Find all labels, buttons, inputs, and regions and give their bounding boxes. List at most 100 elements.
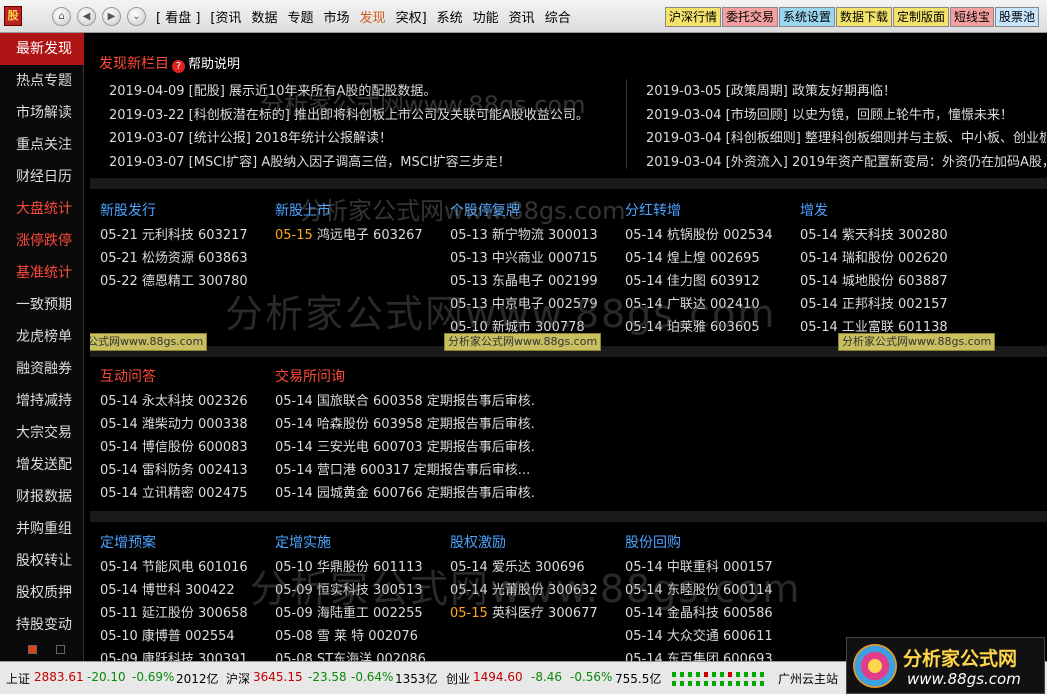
list-item[interactable]: 05-14 永太科技 002326 [100, 390, 248, 409]
menu-item[interactable]: 突权] [396, 7, 437, 26]
list-item[interactable]: 05-14 城地股份 603887 [800, 270, 948, 289]
sidebar-item[interactable]: 涨停跌停 [0, 225, 84, 257]
quick-button[interactable]: 定制版面 [893, 7, 950, 27]
list-item[interactable]: 05-14 紫天科技 300280 [800, 224, 948, 243]
menu-item[interactable]: 专题 [288, 7, 324, 26]
list-item[interactable]: 05-14 大众交通 600611 [625, 625, 773, 644]
forward-icon[interactable]: ▶ [102, 7, 121, 26]
list-item[interactable]: 05-14 东百集团 600693 [625, 648, 773, 661]
list-item[interactable]: 05-14 瑞和股份 002620 [800, 247, 948, 266]
news-item[interactable]: 2019-03-07 [MSCI扩容] A股纳入因子调高三倍，MSCI扩容三步走… [109, 151, 511, 170]
list-item[interactable]: 05-14 潍柴动力 000338 [100, 413, 248, 432]
section-title[interactable]: 增发 [800, 200, 828, 220]
list-item[interactable]: 05-14 雷科防务 002413 [100, 459, 248, 478]
list-item[interactable]: 05-14 博信股份 600083 [100, 436, 248, 455]
quick-button[interactable]: 短线宝 [950, 7, 995, 27]
sidebar-item[interactable]: 融资融券 [0, 353, 84, 385]
sidebar-item[interactable]: 最新发现 [0, 33, 84, 65]
sidebar-item[interactable]: 并购重组 [0, 513, 84, 545]
news-item[interactable]: 2019-03-04 [市场回顾] 以史为镜，回顾上轮牛市，憧憬未来！ [646, 104, 1046, 123]
sidebar-item[interactable]: 股权质押 [0, 577, 84, 609]
list-item[interactable]: 05-08 ST东海洋 002086 [275, 648, 426, 661]
sidebar-item[interactable]: 财经日历 [0, 161, 84, 193]
news-item[interactable]: 2019-03-07 [统计公报] 2018年统计公报解读！ [109, 127, 392, 146]
brand-overlay: 分析家公式网 www.88gs.com [846, 637, 1045, 694]
list-item[interactable]: 05-14 三安光电 600703 定期报告事后审核. [275, 436, 535, 455]
menu-item[interactable]: 功能 [473, 7, 509, 26]
list-item[interactable]: 05-13 新宁物流 300013 [450, 224, 598, 243]
list-item[interactable]: 05-08 雪 莱 特 002076 [275, 625, 418, 644]
section-title[interactable]: 股份回购 [625, 532, 681, 552]
menu-item[interactable]: [ 看盘 ] [156, 7, 210, 26]
menu-item[interactable]: 市场 [324, 7, 360, 26]
breadth-bar [704, 681, 708, 686]
section-title[interactable]: 互动问答 [100, 366, 156, 386]
quick-button[interactable]: 数据下载 [836, 7, 893, 27]
sidebar-item[interactable]: 大宗交易 [0, 417, 84, 449]
list-item[interactable]: 05-13 中兴商业 000715 [450, 247, 598, 266]
watermark: 分析家公式网www.88gs.com [250, 567, 802, 611]
sidebar-item[interactable]: 重点关注 [0, 129, 84, 161]
news-item[interactable]: 2019-03-05 [政策周期] 政策友好期再临！ [646, 80, 1046, 99]
list-item[interactable]: 05-14 节能风电 601016 [100, 556, 248, 575]
sidebar-item[interactable]: 股权转让 [0, 545, 84, 577]
list-item[interactable]: 05-09 康跃科技 300391 [100, 648, 248, 661]
menu-item[interactable]: [资讯 [210, 7, 251, 26]
list-item[interactable]: 05-14 哈森股份 603958 定期报告事后审核. [275, 413, 535, 432]
sidebar-item[interactable]: 一致预期 [0, 289, 84, 321]
section-title[interactable]: 分红转增 [625, 200, 681, 220]
list-item[interactable]: 05-14 营口港 600317 定期报告事后审核... [275, 459, 530, 478]
sidebar-item[interactable]: 市场解读 [0, 97, 84, 129]
menu-item[interactable]: 系统 [437, 7, 473, 26]
collapse-toggle-icon[interactable] [28, 645, 37, 654]
watermark-tag: 分析家公式网www.88gs.com [444, 333, 602, 351]
quick-button[interactable]: 系统设置 [779, 7, 836, 27]
sidebar-item[interactable]: 热点专题 [0, 65, 84, 97]
menu-item[interactable]: 数据 [252, 7, 288, 26]
sidebar-item[interactable]: 龙虎榜单 [0, 321, 84, 353]
list-item[interactable]: 05-14 园城黄金 600766 定期报告事后审核. [275, 482, 535, 501]
news-item[interactable]: 2019-03-04 [外资流入] 2019年资产配置新变局：外资仍在加码A股， [646, 151, 1046, 170]
server-status[interactable]: 广州云主站 [778, 670, 838, 687]
section-title[interactable]: 定增预案 [100, 532, 156, 552]
list-item[interactable]: 05-14 正邦科技 002157 [800, 293, 948, 312]
sz-amount: 1353亿 [395, 672, 438, 686]
list-item[interactable]: 05-14 煌上煌 002695 [625, 247, 760, 266]
quick-button[interactable]: 沪深行情 [665, 7, 722, 27]
list-item[interactable]: 05-21 松炀资源 603863 [100, 247, 248, 266]
list-item[interactable]: 05-10 康博普 002554 [100, 625, 235, 644]
sidebar-item[interactable]: 持股变动 [0, 609, 84, 641]
chevron-down-icon[interactable]: ⌄ [127, 7, 146, 26]
list-item[interactable]: 05-14 国旅联合 600358 定期报告事后审核. [275, 390, 535, 409]
quick-button[interactable]: 股票池 [995, 7, 1040, 27]
expand-toggle-icon[interactable] [56, 645, 65, 654]
list-item[interactable]: 05-14 杭锅股份 002534 [625, 224, 773, 243]
list-item[interactable]: 05-14 博世科 300422 [100, 579, 235, 598]
quick-button[interactable]: 委托交易 [722, 7, 779, 27]
menu-item[interactable]: 综合 [545, 7, 581, 26]
menu-item[interactable]: 发现 [360, 7, 396, 26]
breadth-bar [752, 672, 756, 677]
home-icon[interactable]: ⌂ [52, 7, 71, 26]
sz-pct: -0.64% [351, 670, 394, 684]
sidebar-item[interactable]: 财报数据 [0, 481, 84, 513]
sidebar-item[interactable]: 增持减持 [0, 385, 84, 417]
sidebar-item[interactable]: 大盘统计 [0, 193, 84, 225]
menu-item[interactable]: 资讯 [509, 7, 545, 26]
list-item[interactable]: 05-11 延江股份 300658 [100, 602, 248, 621]
section-title[interactable]: 定增实施 [275, 532, 331, 552]
help-link[interactable]: 帮助说明 [188, 57, 240, 72]
section-title[interactable]: 股权激励 [450, 532, 506, 552]
sidebar-item[interactable]: 基准统计 [0, 257, 84, 289]
breadth-bar [736, 681, 740, 686]
list-item[interactable]: 05-14 立讯精密 002475 [100, 482, 248, 501]
section-title[interactable]: 交易所问询 [275, 366, 345, 386]
help-icon[interactable]: ? [172, 60, 185, 73]
news-item[interactable]: 2019-03-04 [科创板细则] 整理科创板细则并与主板、中小板、创业板 [646, 127, 1046, 146]
sidebar-item[interactable]: 增发送配 [0, 449, 84, 481]
section-title[interactable]: 新股发行 [100, 200, 156, 220]
news-title-text: 发现新栏目 [99, 56, 169, 72]
list-item[interactable]: 05-15 鸿远电子 603267 [275, 224, 423, 243]
list-item[interactable]: 05-21 元利科技 603217 [100, 224, 248, 243]
back-icon[interactable]: ◀ [77, 7, 96, 26]
